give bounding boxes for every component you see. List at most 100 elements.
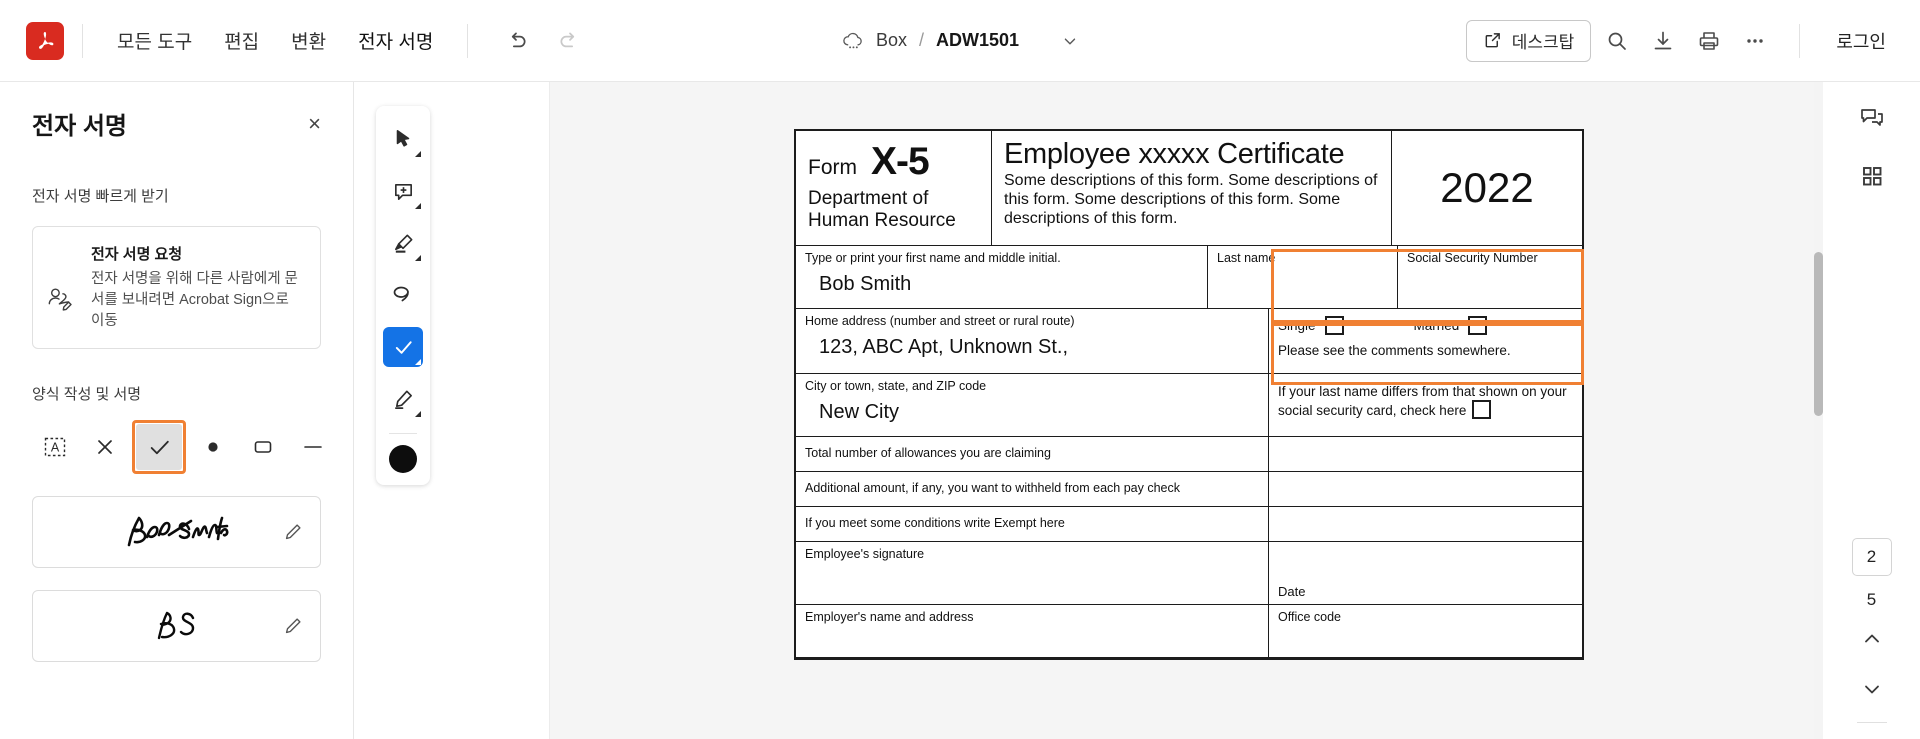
additional-label: Additional amount, if any, you want to w…: [805, 481, 1180, 496]
right-rail: 2 5: [1814, 82, 1920, 739]
fill-and-sign-tool[interactable]: [383, 327, 423, 367]
tool-rectangle-wrap: [240, 424, 286, 470]
form-exempt-row: If you meet some conditions write Exempt…: [796, 506, 1582, 542]
breadcrumb-root[interactable]: Box: [876, 30, 907, 51]
menu-item-edit[interactable]: 편집: [208, 19, 275, 62]
ssn-cell[interactable]: Social Security Number: [1398, 246, 1582, 308]
allowances-label: Total number of allowances you are claim…: [805, 446, 1051, 461]
vertical-toolbar-zone: [354, 82, 550, 739]
form-department: Department of Human Resource: [808, 188, 956, 232]
document-viewport[interactable]: Form X-5 Department of Human Resource Em…: [550, 82, 1822, 739]
line-icon[interactable]: [290, 424, 336, 470]
additional-cell: Additional amount, if any, you want to w…: [796, 471, 1269, 506]
married-checkbox[interactable]: [1468, 315, 1488, 335]
add-text-icon[interactable]: A: [32, 424, 78, 470]
pdf-form: Form X-5 Department of Human Resource Em…: [794, 129, 1584, 660]
date-cell[interactable]: Date: [1269, 542, 1582, 604]
quick-esign-label: 전자 서명 빠르게 받기: [32, 188, 169, 205]
date-label: Date: [1278, 583, 1306, 599]
form-id-line: Form X-5: [808, 140, 979, 184]
search-icon[interactable]: [1597, 21, 1637, 61]
acrobat-logo[interactable]: [26, 21, 64, 60]
employer-cell[interactable]: Employer's name and address: [796, 604, 1269, 657]
single-checkbox[interactable]: [1324, 315, 1344, 335]
initials-bs[interactable]: [32, 590, 321, 663]
panel-title: 전자 서명: [32, 113, 127, 140]
form-additional-row: Additional amount, if any, you want to w…: [796, 471, 1582, 507]
print-icon[interactable]: [1689, 21, 1729, 61]
form-employer-row: Employer's name and address Office code: [796, 604, 1582, 658]
city-cell[interactable]: City or town, state, and ZIP code New Ci…: [796, 373, 1269, 436]
first-name-cell[interactable]: Type or print your first name and middle…: [796, 245, 1208, 308]
form-name-row: Type or print your first name and middle…: [796, 245, 1582, 309]
chevron-up-icon[interactable]: [1851, 618, 1893, 660]
marital-options: Single Married: [1269, 309, 1582, 341]
rectangle-icon[interactable]: [240, 424, 286, 470]
highlight-tool[interactable]: [383, 223, 423, 263]
chevron-down-icon[interactable]: [1851, 668, 1893, 710]
last-name-differs-checkbox[interactable]: [1472, 400, 1492, 420]
dot-icon[interactable]: [190, 424, 236, 470]
employee-signature-cell[interactable]: Employee's signature: [796, 541, 1269, 604]
menu-item-all-tools[interactable]: 모든 도구: [101, 19, 208, 62]
color-swatch-black[interactable]: [389, 445, 417, 473]
address-cell[interactable]: Home address (number and street or rural…: [796, 308, 1269, 373]
office-code-cell[interactable]: Office code: [1269, 605, 1582, 657]
married-label: Married: [1413, 317, 1460, 333]
redo-icon: [550, 21, 590, 61]
address-value: 123, ABC Apt, Unknown St.,: [819, 336, 1069, 359]
acrobat-window: 모든 도구 편집 변환 전자 서명 Box / ADW1501 데스크탑 로그인…: [0, 0, 1920, 739]
signature-bob-smith[interactable]: [32, 496, 321, 569]
page-navigation: 2 5: [1851, 538, 1893, 739]
employee-signature-label: Employee's signature: [805, 546, 925, 561]
login-button[interactable]: 로그인: [1824, 20, 1898, 62]
single-option[interactable]: Single: [1278, 315, 1344, 335]
add-comment-tool[interactable]: [383, 171, 423, 211]
city-label: City or town, state, and ZIP code: [805, 378, 987, 393]
exempt-value[interactable]: [1269, 507, 1582, 541]
signature-ink: [33, 509, 320, 555]
comment-icon[interactable]: [1850, 96, 1894, 140]
top-toolbar: 모든 도구 편집 변환 전자 서명 Box / ADW1501 데스크탑 로그인: [0, 0, 1920, 82]
undo-icon[interactable]: [496, 21, 536, 61]
request-signature-body: 전자 서명 요청 전자 서명을 위해 다른 사람에게 문서를 보내려면 Acro…: [91, 243, 306, 332]
city-value: New City: [819, 401, 900, 424]
external-link-icon: [1483, 31, 1502, 50]
draw-oval-tool[interactable]: [383, 275, 423, 315]
open-in-desktop-button[interactable]: 데스크탑: [1465, 19, 1592, 62]
cross-mark-icon[interactable]: [82, 424, 128, 470]
allowances-value[interactable]: [1269, 437, 1582, 471]
download-icon[interactable]: [1643, 21, 1683, 61]
marital-status-cell[interactable]: Single Married Please see the comments s…: [1269, 309, 1582, 373]
form-address-row: Home address (number and street or rural…: [796, 308, 1582, 374]
pencil-icon[interactable]: [282, 521, 304, 543]
document-scrollbar-thumb[interactable]: [1814, 252, 1823, 416]
sign-tool[interactable]: [383, 379, 423, 419]
form-code: X-5: [871, 140, 930, 183]
divider: [82, 23, 83, 58]
menu-item-convert[interactable]: 변환: [275, 19, 342, 62]
current-page-input[interactable]: 2: [1851, 538, 1892, 576]
more-horizontal-icon[interactable]: [1735, 21, 1775, 61]
additional-value[interactable]: [1269, 472, 1582, 506]
chevron-down-icon[interactable]: [1061, 32, 1079, 50]
close-icon[interactable]: ×: [308, 112, 321, 135]
select-tool[interactable]: [383, 119, 423, 159]
workspace: 전자 서명 × 전자 서명 빠르게 받기 전자 서명 요청 전자 서명을 위해 …: [0, 82, 1920, 739]
ssn-label: Social Security Number: [1407, 250, 1538, 265]
svg-text:A: A: [51, 441, 60, 455]
last-name-cell[interactable]: Last name: [1208, 245, 1398, 308]
last-name-differs-cell[interactable]: If your last name differs from that show…: [1269, 374, 1582, 436]
form-word: Form: [808, 156, 857, 179]
menu-item-e-sign[interactable]: 전자 서명: [342, 19, 449, 62]
married-option[interactable]: Married: [1413, 315, 1488, 335]
form-title: Employee xxxxx Certificate: [1004, 138, 1345, 170]
check-mark-icon[interactable]: [136, 424, 182, 471]
form-title-cell: Employee xxxxx Certificate Some descript…: [992, 131, 1392, 245]
top-right-actions: 데스크탑 로그인: [1465, 19, 1920, 62]
pencil-icon[interactable]: [282, 615, 304, 637]
esign-panel: 전자 서명 × 전자 서명 빠르게 받기 전자 서명 요청 전자 서명을 위해 …: [0, 82, 354, 739]
request-signature-card[interactable]: 전자 서명 요청 전자 서명을 위해 다른 사람에게 문서를 보내려면 Acro…: [32, 226, 321, 350]
thumbnails-grid-icon[interactable]: [1850, 154, 1894, 198]
form-header-row: Form X-5 Department of Human Resource Em…: [796, 131, 1582, 246]
